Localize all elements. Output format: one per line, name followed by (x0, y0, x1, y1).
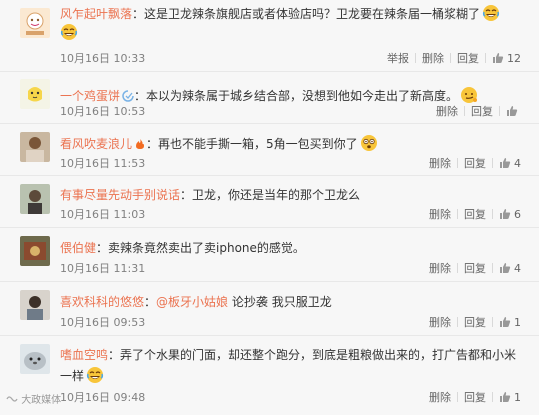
dizzy-face-emoji-icon (360, 135, 377, 151)
comment-time: 10月16日 11:31 (60, 262, 146, 275)
laugh-tears-emoji-icon (60, 24, 78, 40)
reply-button[interactable]: 回复 (458, 207, 492, 223)
like-button[interactable]: 4 (493, 261, 527, 277)
watermark-text: 大政媒体 (21, 395, 62, 406)
avatar[interactable] (20, 344, 50, 374)
thumbs-up-icon (500, 263, 511, 273)
like-count: 1 (514, 391, 521, 404)
fire-badge-icon (136, 139, 145, 149)
like-button[interactable] (500, 104, 527, 120)
comment-time: 10月16日 10:33 (60, 52, 146, 65)
avatar[interactable] (20, 132, 50, 162)
comment-username[interactable]: 喜欢科科的悠悠 (60, 295, 144, 309)
like-count: 6 (514, 208, 521, 221)
avatar[interactable] (20, 236, 50, 266)
comment-text: 论抄袭 我只服卫龙 (231, 295, 332, 309)
delete-button[interactable]: 删除 (430, 104, 464, 120)
comment-list: 风乍起叶飘落：这是卫龙辣条旗舰店或者体验店吗？卫龙要在辣条届一桶浆糊了 10月1… (0, 0, 539, 415)
comment-username[interactable]: 偎伯健 (60, 241, 96, 255)
comment-username[interactable]: 一个鸡蛋饼 (60, 89, 120, 103)
delete-button[interactable]: 删除 (423, 207, 457, 223)
reply-button[interactable]: 回复 (458, 156, 492, 172)
comment-item: 一个鸡蛋饼 ：本以为辣条属于城乡结合部，没想到他如今走出了新高度。 10月16日 … (0, 72, 539, 124)
like-button[interactable]: 4 (493, 156, 527, 172)
thumbs-up-icon (493, 53, 504, 63)
comment-item: 偎伯健：卖辣条竟然卖出了卖iphone的感觉。 10月16日 11:31 删除回… (0, 228, 539, 282)
reply-button[interactable]: 回复 (458, 261, 492, 277)
delete-button[interactable]: 删除 (423, 156, 457, 172)
like-button[interactable]: 12 (486, 51, 527, 67)
comment-text: 这是卫龙辣条旗舰店或者体验店吗？卫龙要在辣条届一桶浆糊了 (144, 7, 481, 21)
avatar[interactable] (20, 79, 50, 109)
colon: ： (146, 137, 159, 151)
like-button[interactable]: 1 (493, 390, 527, 406)
watermark-logo-icon (6, 396, 18, 402)
like-button[interactable]: 1 (493, 315, 527, 331)
thumbs-up-icon (507, 106, 518, 116)
avatar[interactable] (20, 8, 50, 38)
comment-item: 风乍起叶飘落：这是卫龙辣条旗舰店或者体验店吗？卫龙要在辣条届一桶浆糊了 10月1… (0, 0, 539, 72)
colon: ： (108, 348, 121, 362)
comment-time: 10月16日 11:53 (60, 157, 146, 170)
thumbs-up-icon (500, 392, 511, 402)
colon: ： (132, 7, 145, 21)
comment-username[interactable]: 风乍起叶飘落 (60, 7, 132, 21)
smirk-emoji-icon (461, 87, 478, 103)
reply-button[interactable]: 回复 (458, 390, 492, 406)
comment-item: 喜欢科科的悠悠：@板牙小姑娘 论抄袭 我只服卫龙 10月16日 09:53 删除… (0, 282, 539, 336)
comment-item: 有事尽量先动手别说话：卫龙，你还是当年的那个卫龙么 10月16日 11:03 删… (0, 176, 539, 228)
verified-badge-icon (122, 90, 134, 102)
thumbs-up-icon (500, 317, 511, 327)
reply-button[interactable]: 回复 (458, 315, 492, 331)
comment-text: 卫龙，你还是当年的那个卫龙么 (192, 188, 361, 202)
comment-text: 本以为辣条属于城乡结合部，没想到他如今走出了新高度。 (146, 89, 459, 103)
comment-text: 卖辣条竟然卖出了卖iphone的感觉。 (108, 241, 305, 255)
delete-button[interactable]: 删除 (423, 261, 457, 277)
comment-item: 嗜血空鸣：弄了个水果的门面，却还整个跑分，到底是粗粮做出来的，打广告都和小米 一… (0, 336, 539, 415)
colon: ： (180, 188, 193, 202)
report-button[interactable]: 举报 (381, 51, 415, 67)
like-count: 1 (514, 316, 521, 329)
colon: ： (96, 241, 109, 255)
reply-button[interactable]: 回复 (451, 51, 485, 67)
avatar[interactable] (20, 184, 50, 214)
thumbs-up-icon (500, 209, 511, 219)
mention-link[interactable]: @板牙小姑娘 (156, 295, 228, 309)
like-count: 4 (514, 262, 521, 275)
comment-username[interactable]: 有事尽量先动手别说话 (60, 188, 180, 202)
comment-username[interactable]: 看风吹麦浪儿 (60, 137, 132, 151)
comment-item: 看风吹麦浪儿 ：再也不能手撕一箱，5角一包买到你了 10月16日 11:53 删除… (0, 124, 539, 176)
comment-text: 再也不能手撕一箱，5角一包买到你了 (158, 137, 358, 151)
delete-button[interactable]: 删除 (423, 390, 457, 406)
like-count: 12 (507, 52, 521, 65)
laugh-tears-emoji-icon (482, 5, 500, 21)
comment-text: 弄了个水果的门面，却还整个跑分，到底是粗粮做出来的，打广告都和小米 (120, 348, 517, 362)
colon: ： (144, 295, 157, 309)
watermark: 大政媒体 (6, 391, 61, 406)
avatar[interactable] (20, 290, 50, 320)
reply-button[interactable]: 回复 (465, 104, 499, 120)
comment-time: 10月16日 09:48 (60, 391, 146, 404)
comment-time: 10月16日 09:53 (60, 316, 146, 329)
comment-text-continued: 一样 (60, 369, 85, 383)
like-count: 4 (514, 157, 521, 170)
colon: ： (134, 89, 147, 103)
delete-button[interactable]: 删除 (423, 315, 457, 331)
like-button[interactable]: 6 (493, 207, 527, 223)
delete-button[interactable]: 删除 (416, 51, 450, 67)
comment-time: 10月16日 10:53 (60, 105, 146, 118)
thumbs-up-icon (500, 158, 511, 168)
comment-username[interactable]: 嗜血空鸣 (60, 348, 108, 362)
comment-time: 10月16日 11:03 (60, 208, 146, 221)
laugh-tears-emoji-icon (86, 367, 104, 383)
